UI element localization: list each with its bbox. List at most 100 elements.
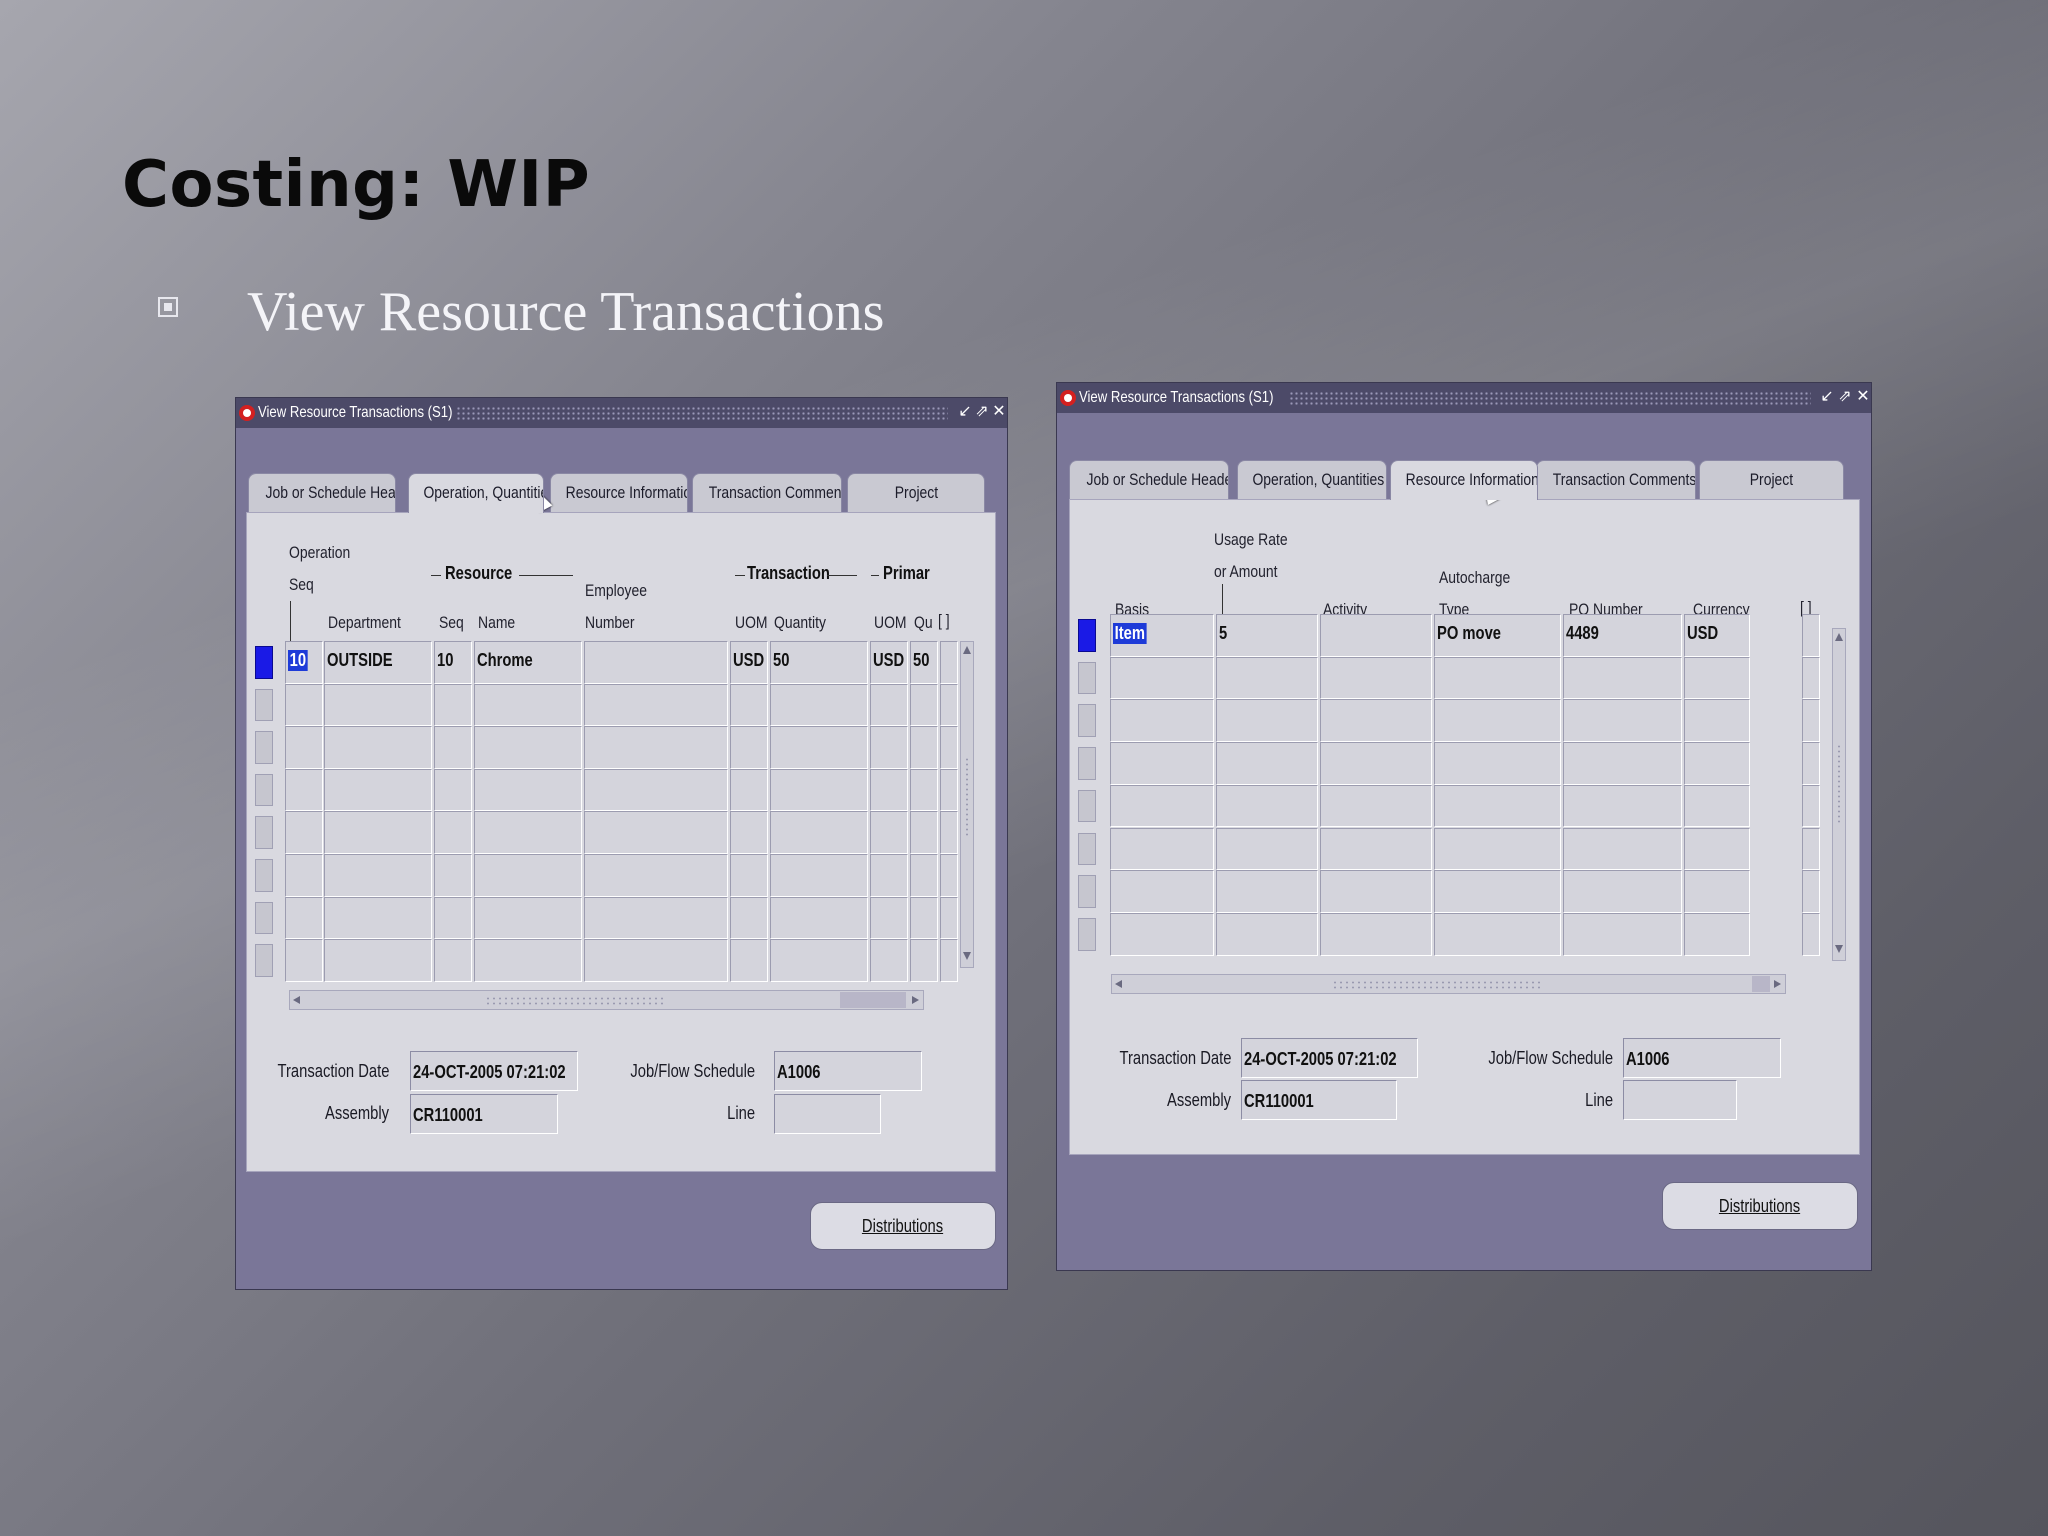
grid-cell-po-number[interactable] [1563, 827, 1682, 871]
vertical-scrollbar[interactable] [960, 641, 974, 968]
transaction-date-field[interactable]: 24-OCT-2005 07:21:02 [1241, 1038, 1418, 1078]
grid-cell-extra[interactable] [940, 683, 958, 727]
grid-cell-employee-number[interactable] [584, 641, 728, 684]
assembly-field[interactable]: CR110001 [1241, 1080, 1397, 1120]
tab-project[interactable]: Project [1699, 460, 1844, 500]
grid-cell-primary-uom[interactable] [870, 854, 908, 897]
grid-cell-name[interactable]: Chrome [474, 641, 582, 684]
grid-cell-operation-seq[interactable] [285, 854, 323, 897]
grid-cell-basis[interactable] [1110, 784, 1214, 828]
grid-cell-po-number[interactable] [1563, 784, 1682, 828]
grid-cell-extra[interactable] [940, 939, 958, 982]
tab-operation-quantities[interactable]: Operation, Quantities [408, 473, 544, 513]
grid-cell-extra[interactable] [940, 641, 958, 684]
job-flow-schedule-field[interactable]: A1006 [1623, 1038, 1781, 1078]
grid-cell-extra[interactable] [1802, 742, 1820, 785]
grid-cell-usage-rate[interactable] [1216, 656, 1318, 700]
grid-cell-po-number[interactable] [1563, 699, 1682, 743]
grid-cell-department[interactable] [324, 896, 432, 940]
grid-cell-primary-quantity[interactable] [910, 854, 938, 897]
grid-cell-primary-quantity[interactable] [910, 811, 938, 854]
grid-cell-seq[interactable] [434, 939, 472, 982]
grid-cell-operation-seq[interactable]: 10 [285, 641, 323, 684]
close-icon[interactable]: ✕ [992, 403, 1006, 421]
grid-cell-transaction-uom[interactable] [730, 939, 768, 982]
grid-cell-transaction-quantity[interactable]: 50 [770, 641, 868, 684]
grid-cell-employee-number[interactable] [584, 939, 728, 982]
grid-cell-basis[interactable] [1110, 656, 1214, 700]
record-indicator[interactable] [255, 731, 273, 764]
grid-cell-activity[interactable] [1320, 784, 1432, 828]
grid-cell-usage-rate[interactable] [1216, 699, 1318, 743]
distributions-button[interactable]: Distributions [810, 1202, 996, 1250]
record-indicator[interactable] [255, 773, 273, 807]
tab-transaction-comments[interactable]: Transaction Comments [1536, 460, 1696, 500]
grid-cell-autocharge-type[interactable] [1434, 784, 1561, 828]
grid-cell-basis[interactable] [1110, 827, 1214, 871]
grid-cell-autocharge-type[interactable] [1434, 870, 1561, 913]
maximize-icon[interactable]: ⇗ [975, 403, 989, 421]
grid-cell-extra[interactable] [940, 726, 958, 769]
scroll-left-icon[interactable] [293, 996, 300, 1004]
grid-cell-po-number[interactable] [1563, 870, 1682, 913]
grid-cell-department[interactable] [324, 726, 432, 769]
grid-cell-operation-seq[interactable] [285, 896, 323, 940]
grid-cell-basis[interactable] [1110, 699, 1214, 743]
grid-cell-po-number[interactable] [1563, 742, 1682, 785]
grid-cell-transaction-quantity[interactable] [770, 939, 868, 982]
grid-cell-seq[interactable] [434, 768, 472, 812]
grid-cell-extra[interactable] [940, 811, 958, 854]
grid-cell-primary-uom[interactable] [870, 683, 908, 727]
grid-cell-extra[interactable] [1802, 870, 1820, 913]
tab-transaction-comments[interactable]: Transaction Comments [692, 473, 842, 513]
grid-cell-activity[interactable] [1320, 912, 1432, 956]
grid-cell-seq[interactable] [434, 896, 472, 940]
grid-cell-transaction-uom[interactable] [730, 896, 768, 940]
grid-cell-primary-uom[interactable] [870, 811, 908, 854]
grid-cell-department[interactable] [324, 683, 432, 727]
tab-project[interactable]: Project [847, 473, 985, 513]
grid-cell-transaction-uom[interactable] [730, 683, 768, 727]
grid-cell-department[interactable] [324, 939, 432, 982]
horizontal-scrollbar[interactable] [1111, 974, 1786, 994]
grid-cell-department[interactable]: OUTSIDE [324, 641, 432, 684]
scroll-down-icon[interactable] [963, 952, 971, 960]
record-indicator[interactable] [1078, 917, 1096, 951]
grid-cell-extra[interactable] [1802, 784, 1820, 828]
grid-cell-department[interactable] [324, 768, 432, 812]
grid-cell-po-number[interactable] [1563, 656, 1682, 700]
grid-cell-operation-seq[interactable] [285, 683, 323, 727]
scroll-right-icon[interactable] [912, 996, 919, 1004]
line-field[interactable] [1623, 1080, 1737, 1120]
grid-cell-seq[interactable] [434, 811, 472, 854]
grid-cell-currency[interactable] [1684, 742, 1750, 785]
grid-cell-extra[interactable] [1802, 912, 1820, 956]
grid-cell-autocharge-type[interactable] [1434, 742, 1561, 785]
transaction-date-field[interactable]: 24-OCT-2005 07:21:02 [410, 1051, 578, 1091]
grid-cell-name[interactable] [474, 854, 582, 897]
grid-cell-primary-uom[interactable] [870, 896, 908, 940]
grid-cell-name[interactable] [474, 939, 582, 982]
current-record-indicator[interactable] [255, 646, 273, 679]
grid-cell-currency[interactable] [1684, 699, 1750, 743]
grid-cell-transaction-uom[interactable]: USD [730, 641, 768, 684]
scroll-left-icon[interactable] [1115, 980, 1122, 988]
grid-cell-autocharge-type[interactable] [1434, 912, 1561, 956]
grid-cell-seq[interactable] [434, 726, 472, 769]
grid-cell-operation-seq[interactable] [285, 768, 323, 812]
grid-cell-transaction-quantity[interactable] [770, 896, 868, 940]
record-indicator[interactable] [255, 816, 273, 849]
record-indicator[interactable] [1078, 832, 1096, 866]
grid-cell-department[interactable] [324, 854, 432, 897]
record-indicator[interactable] [1078, 875, 1096, 908]
scroll-up-icon[interactable] [1835, 633, 1843, 641]
grid-cell-currency[interactable] [1684, 656, 1750, 700]
grid-cell-operation-seq[interactable] [285, 811, 323, 854]
grid-cell-transaction-quantity[interactable] [770, 768, 868, 812]
grid-cell-name[interactable] [474, 683, 582, 727]
grid-cell-primary-uom[interactable] [870, 726, 908, 769]
grid-cell-currency[interactable] [1684, 784, 1750, 828]
grid-cell-usage-rate[interactable] [1216, 784, 1318, 828]
grid-cell-transaction-quantity[interactable] [770, 854, 868, 897]
grid-cell-autocharge-type[interactable] [1434, 827, 1561, 871]
